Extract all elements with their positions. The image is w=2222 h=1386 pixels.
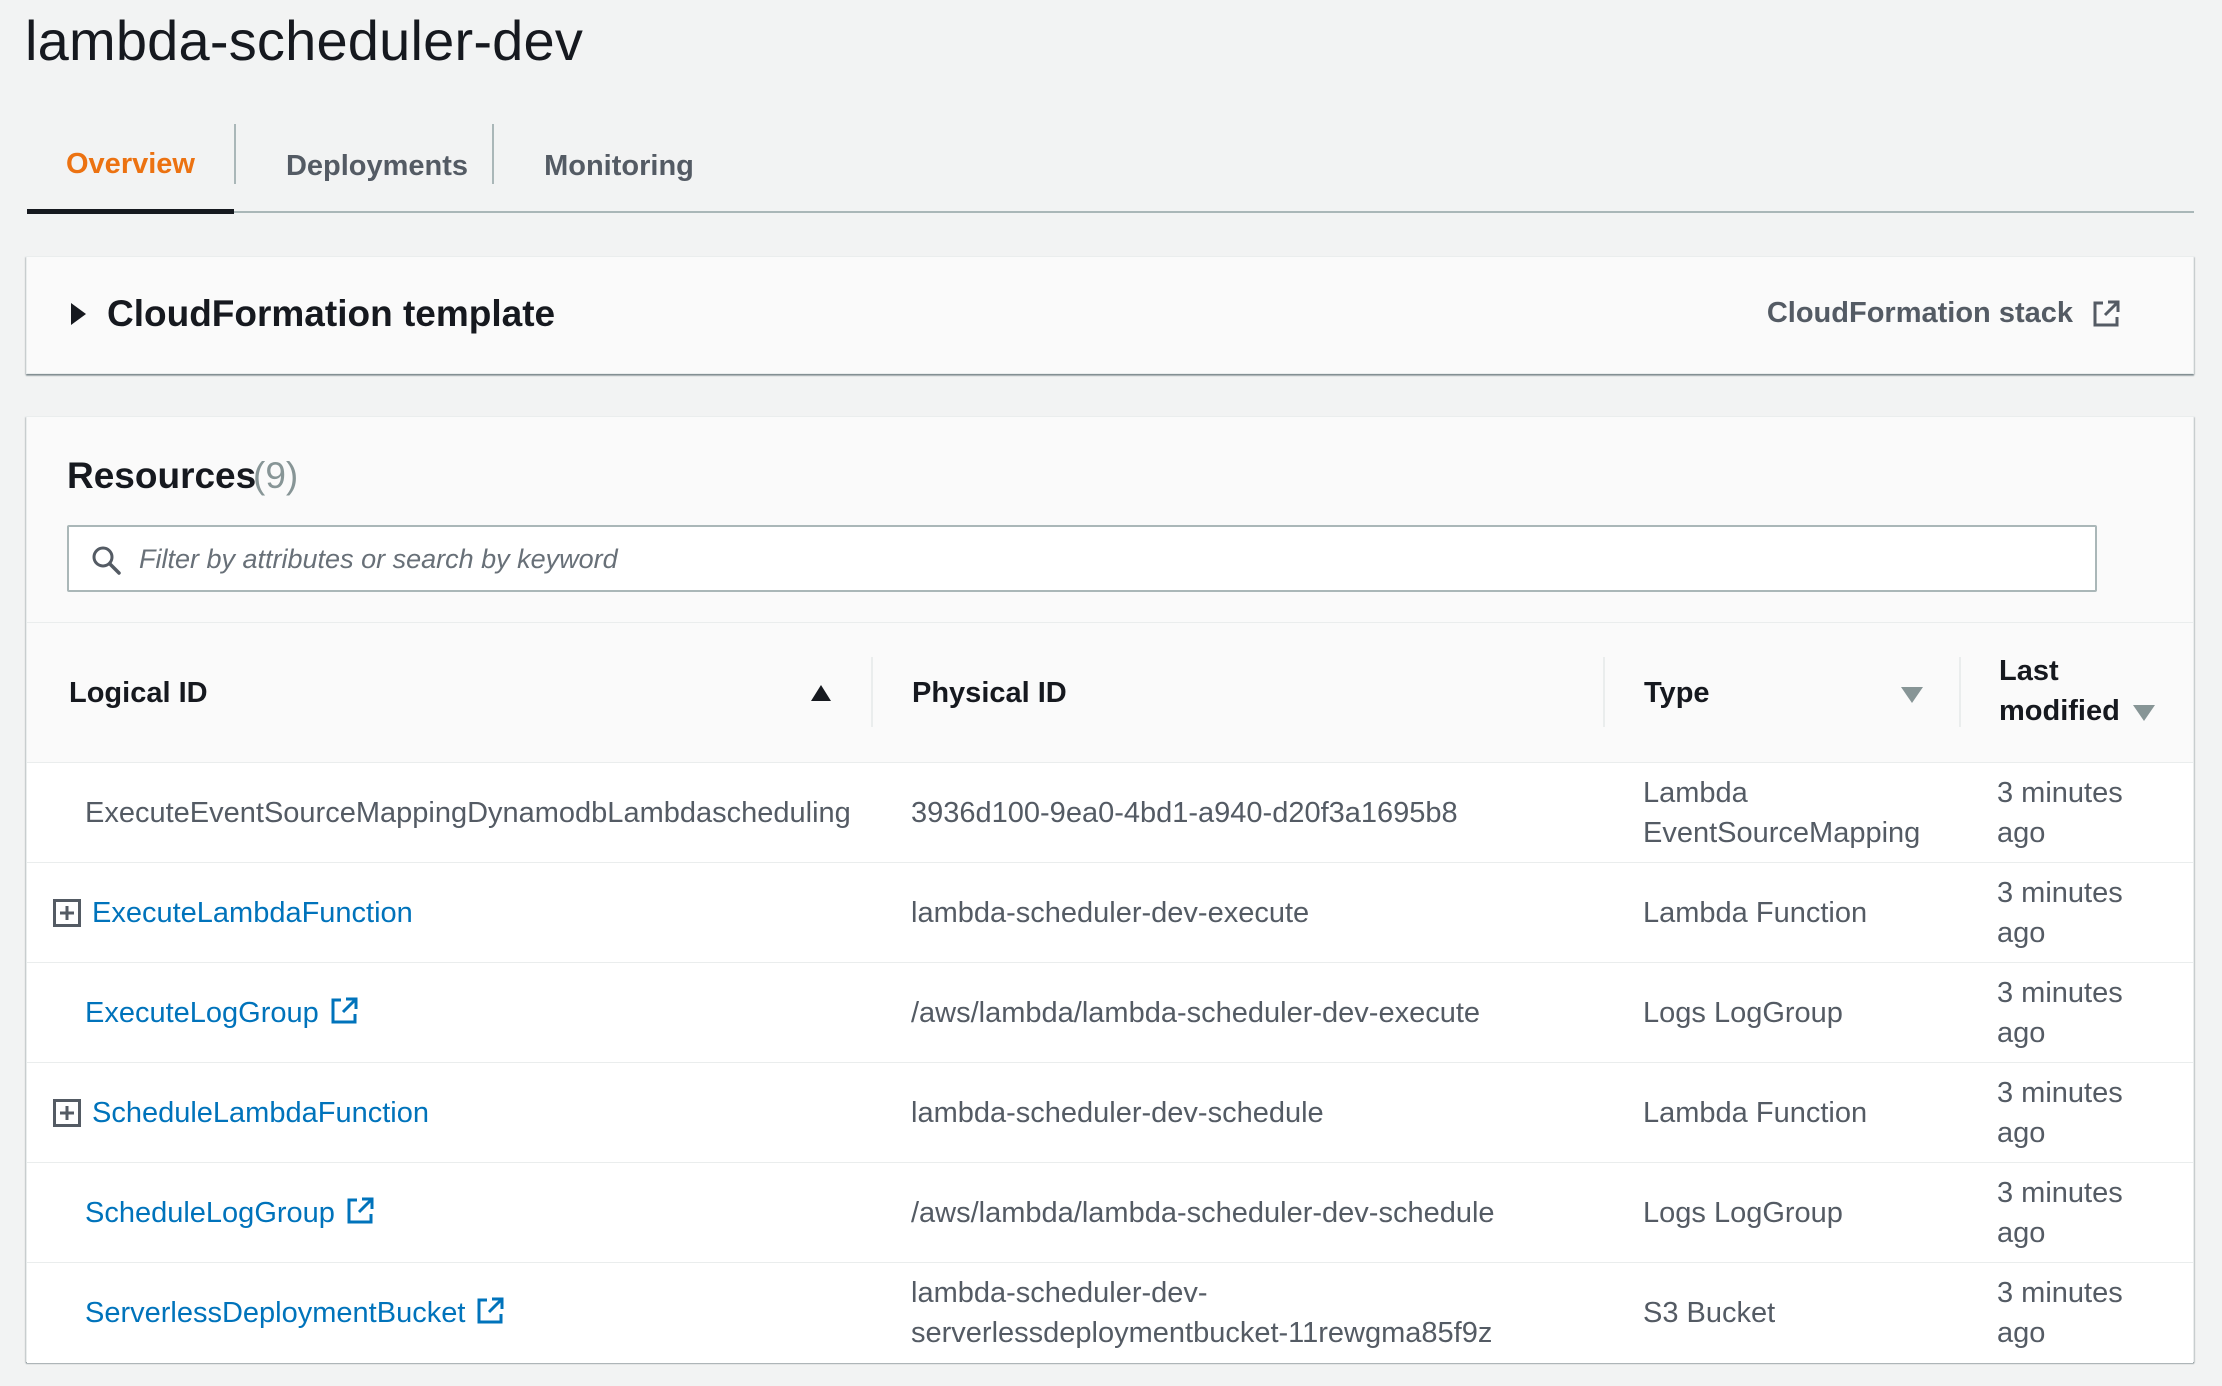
column-divider	[1959, 657, 1961, 727]
external-link-icon	[477, 1297, 504, 1324]
logical-id-link[interactable]: ScheduleLogGroup	[85, 1193, 375, 1233]
caret-right-icon[interactable]	[71, 303, 86, 325]
physical-id-cell: lambda-scheduler-dev-execute	[911, 897, 1310, 929]
type-cell-line2: EventSourceMapping	[1643, 817, 1921, 849]
modified-cell-line2: ago	[1997, 817, 2046, 849]
tab-overview[interactable]: Overview	[27, 120, 234, 214]
physical-id-cell: /aws/lambda/lambda-scheduler-dev-execute	[911, 997, 1481, 1029]
logical-id-label: ExecuteLogGroup	[85, 997, 319, 1029]
modified-cell-line2: ago	[1997, 1117, 2046, 1149]
resources-title: Resources	[67, 455, 257, 496]
resources-header: Resources (9)	[27, 417, 2193, 623]
logical-id-link[interactable]: ExecuteLogGroup	[85, 993, 359, 1033]
table-row: ScheduleLambdaFunction lambda-scheduler-…	[27, 1063, 2193, 1163]
column-header-logical-id[interactable]: Logical ID	[69, 677, 208, 710]
page: lambda-scheduler-dev Overview Deployment…	[0, 0, 2222, 1386]
table-row: ScheduleLogGroup /aws/lambda/lambda-sche…	[27, 1163, 2193, 1263]
logical-id-cell: ExecuteEventSourceMappingDynamodbLambdas…	[85, 797, 851, 829]
table-header: Logical ID Physical ID Type Last modifie…	[27, 623, 2193, 763]
sort-ascending-icon[interactable]	[811, 685, 831, 701]
logical-id-link[interactable]: ServerlessDeploymentBucket	[85, 1293, 505, 1333]
modified-cell-line2: ago	[1997, 1017, 2046, 1049]
search-icon	[92, 546, 121, 575]
cloudformation-template-toggle[interactable]: CloudFormation template	[107, 293, 555, 335]
physical-id-cell: 3936d100-9ea0-4bd1-a940-d20f3a1695b8	[911, 797, 1458, 829]
physical-id-cell: /aws/lambda/lambda-scheduler-dev-schedul…	[911, 1197, 1495, 1229]
tab-monitoring[interactable]: Monitoring	[494, 120, 744, 213]
column-divider	[1603, 657, 1605, 727]
logical-id-label: ServerlessDeploymentBucket	[85, 1297, 466, 1329]
modified-cell-line2: ago	[1997, 1317, 2046, 1349]
external-link-icon	[331, 997, 358, 1024]
table-row: ExecuteLambdaFunction lambda-scheduler-d…	[27, 863, 2193, 963]
table-row: ExecuteEventSourceMappingDynamodbLambdas…	[27, 763, 2193, 863]
modified-cell-line1: 3 minutes	[1997, 977, 2123, 1009]
cloudformation-stack-label: CloudFormation stack	[1766, 297, 2073, 329]
modified-cell-line2: ago	[1997, 917, 2046, 949]
column-header-last-modified-line1[interactable]: Last	[1999, 655, 2059, 688]
search-input[interactable]	[139, 537, 2079, 581]
type-cell: Logs LogGroup	[1643, 997, 1843, 1029]
sort-caret-down-icon[interactable]	[2133, 705, 2155, 721]
resources-panel: Resources (9) Logical ID Physical ID Typ…	[26, 416, 2194, 1363]
logical-id-label: ScheduleLogGroup	[85, 1197, 335, 1229]
modified-cell-line1: 3 minutes	[1997, 1077, 2123, 1109]
type-cell: Lambda Function	[1643, 897, 1868, 929]
page-title: lambda-scheduler-dev	[25, 9, 584, 72]
physical-id-cell-line2: serverlessdeploymentbucket-11rewgma85f9z	[911, 1317, 1493, 1349]
modified-cell-line2: ago	[1997, 1217, 2046, 1249]
search-box	[67, 525, 2097, 592]
modified-cell-line1: 3 minutes	[1997, 1177, 2123, 1209]
modified-cell-line1: 3 minutes	[1997, 1277, 2123, 1309]
tab-deployments[interactable]: Deployments	[236, 120, 518, 213]
table-row: ExecuteLogGroup /aws/lambda/lambda-sched…	[27, 963, 2193, 1063]
resources-count: (9)	[253, 455, 299, 496]
column-header-physical-id: Physical ID	[912, 677, 1067, 709]
sort-caret-down-icon[interactable]	[1901, 687, 1923, 703]
physical-id-cell-line1: lambda-scheduler-dev-	[911, 1277, 1208, 1309]
type-cell: Logs LogGroup	[1643, 1197, 1843, 1229]
expand-plus-icon[interactable]	[53, 899, 81, 927]
cloudformation-panel: CloudFormation template CloudFormation s…	[26, 256, 2194, 374]
expand-plus-icon[interactable]	[53, 1099, 81, 1127]
modified-cell-line1: 3 minutes	[1997, 777, 2123, 809]
tab-bar: Overview Deployments Monitoring	[27, 120, 2194, 214]
modified-cell-line1: 3 minutes	[1997, 877, 2123, 909]
type-cell: Lambda Function	[1643, 1097, 1868, 1129]
type-cell: S3 Bucket	[1643, 1297, 1776, 1329]
column-header-type[interactable]: Type	[1644, 677, 1710, 710]
column-header-last-modified-line2[interactable]: modified	[1999, 695, 2120, 728]
table-row: ServerlessDeploymentBucket lambda-schedu…	[27, 1263, 2193, 1363]
column-divider	[871, 657, 873, 727]
logical-id-link[interactable]: ExecuteLambdaFunction	[92, 893, 413, 933]
external-link-icon	[347, 1197, 374, 1224]
cloudformation-stack-link[interactable]: CloudFormation stack	[1767, 297, 2121, 330]
logical-id-link[interactable]: ScheduleLambdaFunction	[92, 1093, 429, 1133]
type-cell-line1: Lambda	[1643, 777, 1748, 809]
physical-id-cell: lambda-scheduler-dev-schedule	[911, 1097, 1324, 1129]
external-link-icon	[2093, 300, 2120, 326]
